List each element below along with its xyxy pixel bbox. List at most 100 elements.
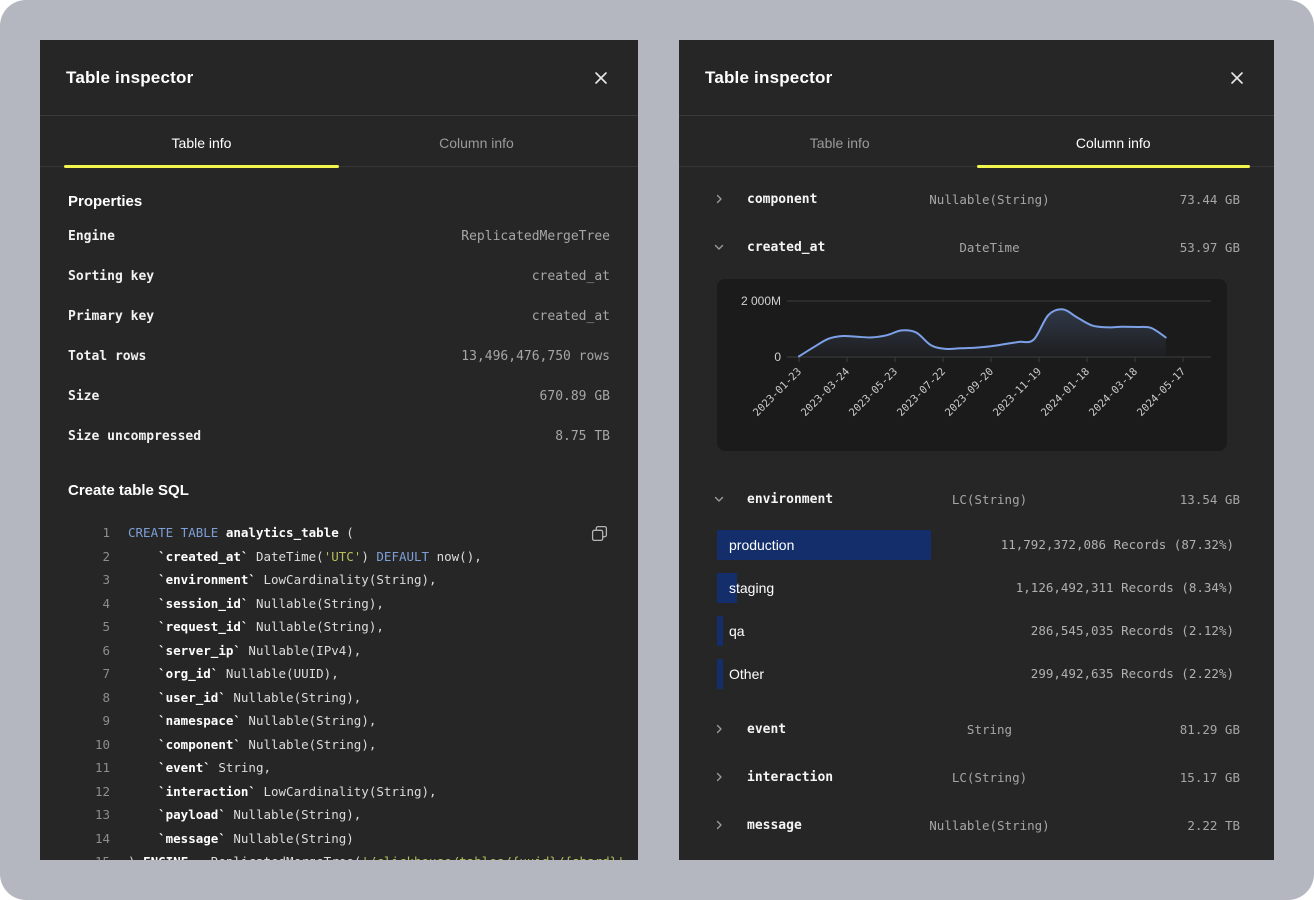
sql-code-text: `message` Nullable(String) bbox=[128, 831, 354, 846]
line-number: 14 bbox=[68, 831, 110, 846]
column-info-list: componentNullable(String)73.44 GBcreated… bbox=[679, 167, 1274, 849]
sql-code-text: `interaction` LowCardinality(String), bbox=[128, 784, 437, 799]
close-button[interactable] bbox=[590, 67, 612, 89]
value-records: 11,792,372,086 Records (87.32%) bbox=[1001, 537, 1234, 552]
tab-table-info[interactable]: Table info bbox=[703, 116, 977, 166]
value-distribution: production11,792,372,086 Records (87.32%… bbox=[679, 523, 1274, 695]
line-number: 2 bbox=[68, 549, 110, 564]
chevron-down-icon bbox=[713, 493, 739, 505]
column-name: environment bbox=[739, 492, 906, 507]
column-row-event[interactable]: eventString81.29 GB bbox=[679, 705, 1274, 753]
line-number: 5 bbox=[68, 619, 110, 634]
sql-line: 9 `namespace` Nullable(String), bbox=[68, 709, 610, 733]
sql-line: 2 `created_at` DateTime('UTC') DEFAULT n… bbox=[68, 545, 610, 569]
property-label: Size bbox=[68, 389, 99, 404]
chevron-right-icon bbox=[713, 819, 739, 831]
column-row-message[interactable]: messageNullable(String)2.22 TB bbox=[679, 801, 1274, 849]
sql-line: 3 `environment` LowCardinality(String), bbox=[68, 568, 610, 592]
copy-sql-button[interactable] bbox=[589, 523, 610, 547]
x-tick-label: 2023-05-23 bbox=[847, 366, 900, 419]
column-size: 81.29 GB bbox=[1073, 722, 1240, 737]
sql-line: 8 `user_id` Nullable(String), bbox=[68, 686, 610, 710]
column-name: event bbox=[739, 722, 906, 737]
x-tick-label: 2024-01-18 bbox=[1039, 366, 1092, 419]
property-row-engine: EngineReplicatedMergeTree bbox=[68, 216, 610, 256]
value-label: staging bbox=[717, 580, 774, 596]
close-button[interactable] bbox=[1226, 67, 1248, 89]
value-row-staging: staging 1,126,492,311 Records (8.34%) bbox=[679, 566, 1274, 609]
column-row-environment[interactable]: environmentLC(String)13.54 GB bbox=[679, 475, 1274, 523]
sql-code-text: `request_id` Nullable(String), bbox=[128, 619, 384, 634]
screenshot-backdrop: Table inspector Table infoColumn info Pr… bbox=[0, 0, 1314, 900]
modal-header: Table inspector bbox=[679, 40, 1274, 116]
column-row-interaction[interactable]: interactionLC(String)15.17 GB bbox=[679, 753, 1274, 801]
property-value: 8.75 TB bbox=[555, 429, 610, 444]
column-row-created-at[interactable]: created_atDateTime53.97 GB bbox=[679, 223, 1274, 271]
tab-column-info[interactable]: Column info bbox=[339, 116, 614, 166]
line-number: 9 bbox=[68, 713, 110, 728]
sql-line: 1CREATE TABLE analytics_table ( bbox=[68, 521, 610, 545]
column-name: created_at bbox=[739, 240, 906, 255]
column-type: LC(String) bbox=[906, 492, 1073, 507]
line-number: 15 bbox=[68, 854, 110, 860]
properties-heading: Properties bbox=[68, 193, 610, 210]
sql-code-text: `environment` LowCardinality(String), bbox=[128, 572, 437, 587]
sql-code-block: 1CREATE TABLE analytics_table (2 `create… bbox=[68, 521, 610, 860]
create-table-sql-heading: Create table SQL bbox=[68, 482, 610, 499]
line-number: 4 bbox=[68, 596, 110, 611]
chart-area-fill bbox=[799, 309, 1166, 357]
line-number: 12 bbox=[68, 784, 110, 799]
property-value: ReplicatedMergeTree bbox=[461, 229, 610, 244]
property-value: created_at bbox=[532, 269, 610, 284]
x-tick-label: 2023-01-23 bbox=[751, 366, 804, 419]
line-number: 13 bbox=[68, 807, 110, 822]
sql-code-text: `namespace` Nullable(String), bbox=[128, 713, 376, 728]
modal-header: Table inspector bbox=[40, 40, 638, 116]
column-size: 15.17 GB bbox=[1073, 770, 1240, 785]
value-records: 1,126,492,311 Records (8.34%) bbox=[1016, 580, 1234, 595]
column-size: 13.54 GB bbox=[1073, 492, 1240, 507]
property-row-total-rows: Total rows13,496,476,750 rows bbox=[68, 336, 610, 376]
value-bar-zone: Other bbox=[717, 659, 1031, 689]
sql-line: 6 `server_ip` Nullable(IPv4), bbox=[68, 639, 610, 663]
value-records: 286,545,035 Records (2.12%) bbox=[1031, 623, 1234, 638]
value-bar-zone: qa bbox=[717, 616, 1031, 646]
column-name: interaction bbox=[739, 770, 906, 785]
table-inspector-modal-right: Table inspector Table infoColumn info co… bbox=[679, 40, 1274, 860]
x-tick-label: 2023-11-19 bbox=[991, 366, 1044, 419]
column-name: message bbox=[739, 818, 906, 833]
column-size: 73.44 GB bbox=[1073, 192, 1240, 207]
tab-label: Column info bbox=[439, 135, 514, 151]
sql-line: 7 `org_id` Nullable(UUID), bbox=[68, 662, 610, 686]
value-records: 299,492,635 Records (2.22%) bbox=[1031, 666, 1234, 681]
column-size: 2.22 TB bbox=[1073, 818, 1240, 833]
sql-code-text: ) ENGINE = ReplicatedMergeTree('/clickho… bbox=[128, 854, 625, 860]
chevron-down-icon bbox=[713, 241, 739, 253]
tab-table-info[interactable]: Table info bbox=[64, 116, 339, 166]
property-row-sorting-key: Sorting keycreated_at bbox=[68, 256, 610, 296]
value-label: Other bbox=[717, 666, 764, 682]
column-type: LC(String) bbox=[906, 770, 1073, 785]
sql-line: 4 `session_id` Nullable(String), bbox=[68, 592, 610, 616]
line-number: 1 bbox=[68, 525, 110, 540]
tab-column-info[interactable]: Column info bbox=[977, 116, 1251, 166]
value-bar-zone: production bbox=[717, 530, 1001, 560]
sql-code-text: `org_id` Nullable(UUID), bbox=[128, 666, 339, 681]
column-row-component[interactable]: componentNullable(String)73.44 GB bbox=[679, 175, 1274, 223]
value-bar-zone: staging bbox=[717, 573, 1016, 603]
sql-lines: 1CREATE TABLE analytics_table (2 `create… bbox=[68, 521, 610, 860]
x-tick-label: 2024-05-17 bbox=[1135, 366, 1188, 419]
sql-line: 12 `interaction` LowCardinality(String), bbox=[68, 780, 610, 804]
table-info-content: Properties EngineReplicatedMergeTreeSort… bbox=[40, 193, 638, 860]
area-chart: 2 000M02023-01-232023-03-242023-05-23202… bbox=[717, 279, 1227, 451]
line-number: 8 bbox=[68, 690, 110, 705]
copy-icon bbox=[591, 525, 608, 542]
chevron-right-icon bbox=[713, 193, 739, 205]
sql-line: 13 `payload` Nullable(String), bbox=[68, 803, 610, 827]
column-name: component bbox=[739, 192, 906, 207]
sql-code-text: `component` Nullable(String), bbox=[128, 737, 376, 752]
sql-line: 14 `message` Nullable(String) bbox=[68, 827, 610, 851]
sql-code-text: `user_id` Nullable(String), bbox=[128, 690, 361, 705]
column-size: 53.97 GB bbox=[1073, 240, 1240, 255]
sql-code-text: `created_at` DateTime('UTC') DEFAULT now… bbox=[128, 549, 482, 564]
